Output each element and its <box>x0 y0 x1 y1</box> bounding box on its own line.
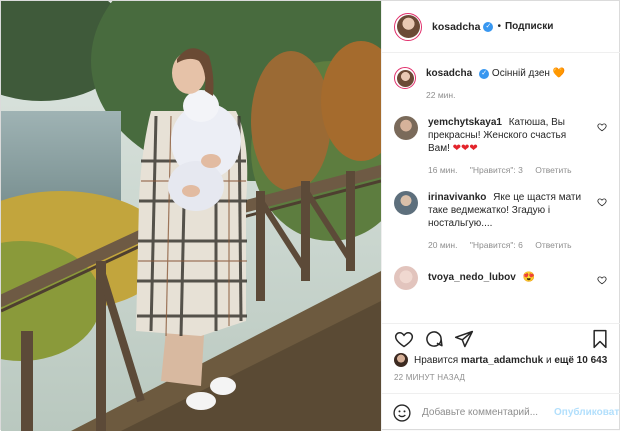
photo-illustration <box>1 1 381 431</box>
comments-list: kosadcha ✓ Осінній дзен 🧡 22 мин. yemchyt… <box>382 53 620 323</box>
author-username[interactable]: kosadcha <box>432 21 480 33</box>
likes-prefix: Нравится <box>414 354 459 366</box>
like-comment-icon[interactable] <box>597 275 607 285</box>
reply-button[interactable]: Ответить <box>535 240 571 250</box>
comment-bubble-icon[interactable] <box>424 329 444 349</box>
caption-time[interactable]: 22 мин. <box>426 90 455 100</box>
orange-heart-emoji: 🧡 <box>552 68 566 79</box>
comment-time[interactable]: 16 мин. <box>428 165 457 175</box>
instagram-post: kosadcha ✓ • Подписки kosadcha ✓ Осінній … <box>0 0 620 431</box>
publish-button[interactable]: Опубликовать <box>554 407 620 418</box>
post-timestamp[interactable]: 22 минут назад <box>394 373 465 382</box>
commenter-avatar[interactable] <box>394 266 418 290</box>
like-comment-icon[interactable] <box>597 122 607 132</box>
separator-dot: • <box>497 21 501 32</box>
author-avatar[interactable] <box>394 12 422 41</box>
caption-text: Осінній дзен <box>491 68 550 79</box>
like-heart-icon[interactable] <box>394 329 414 349</box>
post-sidebar: kosadcha ✓ • Подписки kosadcha ✓ Осінній … <box>381 1 620 431</box>
comment-input[interactable] <box>422 407 554 418</box>
reply-button[interactable]: Ответить <box>535 165 571 175</box>
comment-username[interactable]: irinavivanko <box>428 192 486 203</box>
liker-username[interactable]: marta_adamchuk <box>461 355 543 366</box>
following-button[interactable]: Подписки <box>505 21 553 32</box>
action-bar <box>382 323 620 353</box>
liker-avatar[interactable] <box>394 353 408 367</box>
heart-eyes-emoji: 😍 <box>522 272 536 283</box>
comment-time[interactable]: 20 мин. <box>428 240 457 250</box>
emoji-smiley-icon[interactable] <box>392 403 412 423</box>
share-send-icon[interactable] <box>454 329 474 349</box>
caption: kosadcha ✓ Осінній дзен 🧡 22 мин. <box>394 67 609 102</box>
likes-count[interactable]: ещё 10 643 <box>554 355 607 366</box>
add-comment-bar: Опубликовать <box>382 393 620 431</box>
comment-item: tvoya_nedo_lubov 😍 <box>394 266 609 290</box>
caption-username[interactable]: kosadcha <box>426 68 472 79</box>
comment-likes[interactable]: "Нравится": 3 <box>470 165 523 175</box>
comment-likes[interactable]: "Нравится": 6 <box>470 240 523 250</box>
red-hearts-emoji: ❤❤❤ <box>452 143 478 154</box>
commenter-avatar[interactable] <box>394 191 418 215</box>
bookmark-icon[interactable] <box>590 329 610 349</box>
comment-username[interactable]: tvoya_nedo_lubov <box>428 272 516 283</box>
likes-summary: Нравится marta_adamchuk и ещё 10 643 <box>394 353 607 367</box>
comment-item: yemchytskaya1 Катюша, Вы прекрасны! Женс… <box>394 116 609 177</box>
comment-item: irinavivanko Яке це щастя мати таке ведм… <box>394 191 609 252</box>
commenter-avatar[interactable] <box>394 116 418 140</box>
likes-and: и <box>545 354 552 366</box>
comment-username[interactable]: yemchytskaya1 <box>428 117 502 128</box>
post-photo[interactable] <box>1 1 381 431</box>
post-header: kosadcha ✓ • Подписки <box>382 1 620 53</box>
verified-icon: ✓ <box>479 69 490 79</box>
verified-icon: ✓ <box>483 21 494 32</box>
caption-avatar[interactable] <box>394 67 416 89</box>
like-comment-icon[interactable] <box>597 197 607 207</box>
